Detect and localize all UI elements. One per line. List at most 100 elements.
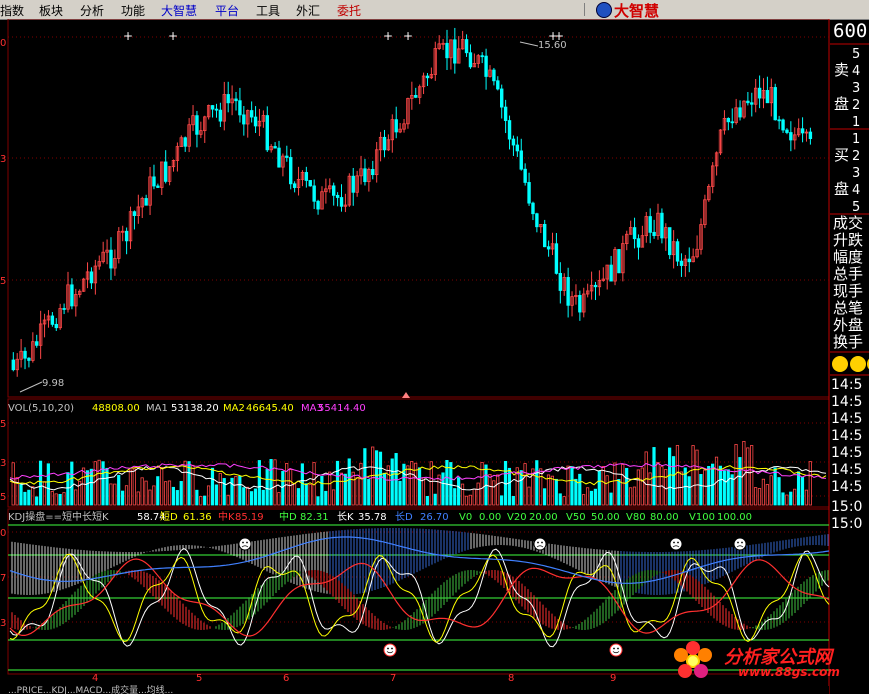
candle-body [511,138,516,146]
signal-face-icon [537,541,539,544]
volume-bar [679,471,683,506]
menu-item-sector[interactable]: 板块 [39,2,63,19]
menu-item-analysis[interactable]: 分析 [80,2,104,19]
volume-bar [609,492,613,506]
menu-item-function[interactable]: 功能 [121,2,145,19]
volume-bar [62,492,66,506]
candle-body [652,231,656,237]
quote-label: 成交 [833,214,864,232]
candle-body [507,120,512,140]
candle-body [292,183,297,188]
volume-bar [808,461,812,506]
kdj-header-value: 长D [395,511,413,523]
volume-bar [347,458,351,506]
volume-header-value: MA2 [223,403,245,414]
signal-face-icon [387,647,389,650]
candle-body [632,227,637,240]
candle-body [546,246,551,250]
volume-bar [105,467,109,506]
candle-body [773,87,777,121]
candle-body [339,197,344,207]
volume-bar [410,461,414,506]
volume-bar [695,449,699,506]
volume-bar [113,483,117,506]
candle-body [800,128,805,134]
volume-bar [199,496,203,506]
candle-body [331,185,336,196]
price-low-label: 9.98 [42,378,64,389]
tick-time: 14:5 [831,377,863,393]
tick-time: 15:0 [831,516,863,532]
volume-bar [179,481,183,506]
candle-body [531,202,535,215]
menu-item-index[interactable]: 指数 [0,2,24,19]
candle-body [496,80,500,90]
volume-bar [453,488,457,506]
signal-face-icon [238,537,252,551]
volume-header-value: 46645.40 [246,403,294,414]
volume-bar [699,474,703,506]
volume-bar [597,470,601,506]
quote-label: 总手 [833,265,864,283]
candle-body [249,110,254,118]
candle-body [218,109,223,122]
signal-face-icon [533,537,547,551]
volume-bar [781,492,785,506]
volume-header-value: 55414.40 [318,403,366,414]
chart-area[interactable]: 0355350734 5 6 7 8 9VOL(5,10,20) 48808.00 MA1 53… [0,19,869,694]
signal-face-icon [673,541,675,544]
kdj-title: KDJ操盘==短中长短K [8,510,109,523]
signal-face-icon [677,541,679,544]
tick-time: 14:5 [831,462,863,478]
candle-body [27,357,31,361]
candle-body [746,100,750,104]
quote-label: 幅度 [833,248,864,266]
volume-bar [93,461,97,506]
x-axis-label: 5 [196,673,202,684]
candle-body [195,115,199,135]
volume-bar [277,492,281,506]
volume-bar [460,483,465,506]
volume-bar [74,489,78,506]
volume-axis-label: 3 [0,458,6,469]
candle-body [777,119,781,122]
volume-bar [163,481,168,506]
menu-separator [584,3,585,16]
candle-body [566,277,570,306]
volume-header-value: 53138.20 [171,403,219,414]
candle-body [675,241,680,262]
kdj-header-value: V50 [566,512,586,523]
volume-bar [128,469,133,506]
volume-bar [449,462,453,506]
menu-item-forex[interactable]: 外汇 [296,2,320,19]
menu-item-dzh[interactable]: 大智慧 [161,2,197,19]
signal-cross-icon: + [168,29,178,43]
volume-bar [613,462,617,506]
candle-body [50,315,55,325]
candle-body [750,102,754,105]
volume-bar [718,465,723,506]
menu-item-tools[interactable]: 工具 [256,2,280,19]
kdj-header-value: 短D [160,510,178,523]
volume-bar [617,479,621,506]
volume-bar [476,482,480,506]
volume-bar [738,457,742,506]
menu-item-trade[interactable]: 委托 [337,2,361,19]
menu-item-platform[interactable]: 平台 [215,2,239,19]
sell-label-1: 卖 [834,61,850,79]
candle-body [738,107,742,118]
signal-face-icon [383,643,397,657]
volume-axis-label: 5 [0,492,6,503]
volume-bar [394,453,398,506]
price-axis-label: 3 [0,154,6,165]
signal-face-icon [669,537,683,551]
candle-body [648,216,652,233]
volume-bar [367,479,371,506]
volume-bar [253,488,258,506]
volume-bar [468,494,472,506]
volume-bar [351,471,355,506]
candle-body [156,185,160,188]
volume-bar [761,478,766,506]
volume-bar [562,496,566,506]
volume-bar [226,494,230,506]
